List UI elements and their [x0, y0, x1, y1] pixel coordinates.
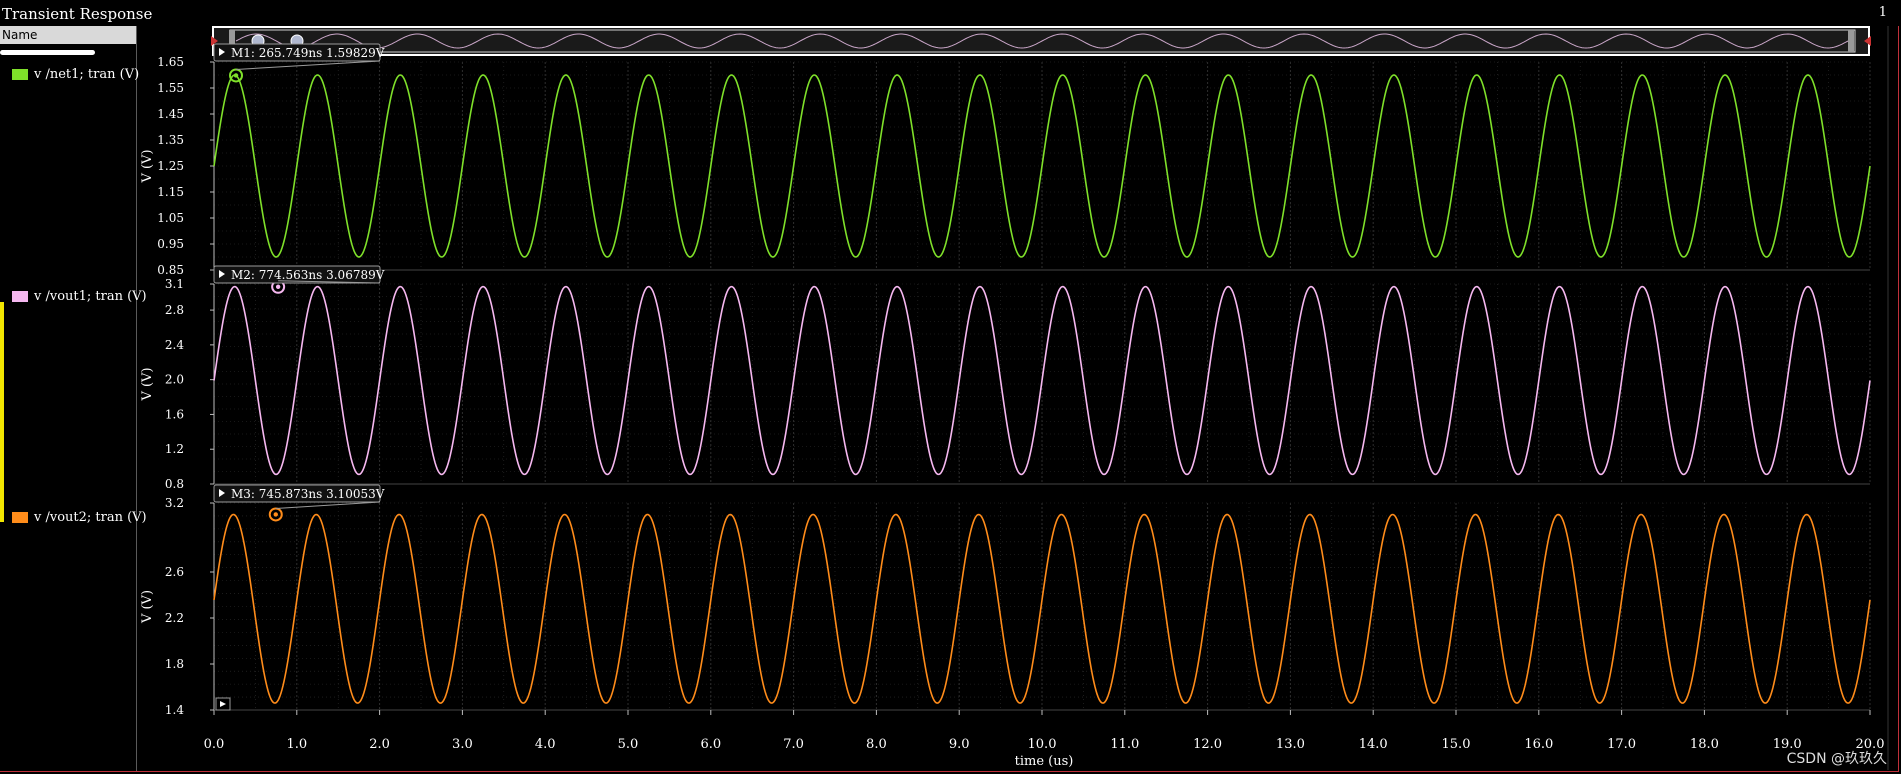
x-tick-label: 13.0	[1276, 737, 1305, 752]
x-tick-label: 11.0	[1110, 737, 1139, 752]
y-tick-label: 1.35	[157, 133, 184, 147]
x-tick-label: 15.0	[1442, 737, 1471, 752]
y-tick-label: 2.0	[165, 373, 184, 387]
x-tick-label: 10.0	[1028, 737, 1057, 752]
panel-2: 3.1 2.8 2.4 2.0 1.6 1.2 0.8 V (V) M2: 774.563ns …	[140, 265, 1871, 491]
x-tick-label: 14.0	[1359, 737, 1388, 752]
marker-dot	[233, 73, 239, 78]
y-tick-label: 2.6	[165, 565, 184, 579]
y-tick-label: 2.8	[165, 303, 184, 317]
y-tick-label: 1.25	[157, 159, 184, 173]
x-tick-label: 0.0	[204, 737, 225, 752]
y-tick-label: 1.4	[165, 703, 184, 717]
y-tick-label: 2.4	[165, 338, 184, 352]
waveform-plot[interactable]: 1.65 1.55 1.45 1.35 1.25 1.15 1.05 0.95 0.85 V (V…	[0, 0, 1901, 774]
x-tick-label: 18.0	[1690, 737, 1719, 752]
y-tick-label: 1.45	[157, 107, 184, 121]
y-axis-label: V (V)	[140, 367, 155, 401]
y-tick-label: 1.15	[157, 185, 184, 199]
x-tick-label: 17.0	[1607, 737, 1636, 752]
x-tick-label: 8.0	[866, 737, 887, 752]
marker-dot	[273, 512, 278, 517]
y-tick-label: 0.95	[157, 237, 184, 251]
marker-2: M2: 774.563ns 3.06789V	[213, 265, 385, 294]
x-tick-label: 9.0	[949, 737, 970, 752]
y-tick-label: 3.1	[165, 277, 184, 291]
marker-leader-line	[235, 60, 381, 70]
y-axis-label: V (V)	[140, 149, 155, 183]
overview-scrollbar	[211, 26, 1871, 56]
y-tick-label: 3.2	[165, 496, 184, 510]
marker-label: M1: 265.749ns 1.59829V	[231, 46, 385, 60]
x-axis: 0.0 1.0 2.0 3.0 4.0 5.0 6.0 7.0 8.0 9.0 10.0 11.0 12…	[204, 710, 1884, 769]
y-tick-label: 1.05	[157, 211, 184, 225]
x-axis-label: time (us)	[1015, 754, 1074, 769]
y-tick-label: 0.8	[165, 477, 184, 491]
marker-label: M2: 774.563ns 3.06789V	[231, 268, 385, 282]
x-tick-label: 6.0	[700, 737, 721, 752]
x-tick-label: 5.0	[618, 737, 639, 752]
marker-dot	[275, 284, 281, 289]
y-tick-label: 1.6	[165, 407, 184, 421]
x-tick-label: 2.0	[369, 737, 390, 752]
marker-leader-line	[275, 501, 381, 509]
y-tick-label: 2.2	[165, 611, 184, 625]
play-icon	[220, 701, 226, 707]
panel-1: 1.65 1.55 1.45 1.35 1.25 1.15 1.05 0.95 0.85 V (V…	[140, 43, 1871, 277]
y-axis-label: V (V)	[140, 590, 155, 624]
y-tick-label: 1.8	[165, 657, 184, 671]
x-tick-label: 7.0	[783, 737, 804, 752]
overview-handle-right	[1848, 30, 1854, 52]
y-tick-label: 1.55	[157, 81, 184, 95]
marker-3: M3: 745.873ns 3.10053V	[213, 484, 385, 522]
marker-1: M1: 265.749ns 1.59829V	[213, 43, 385, 83]
marker-label: M3: 745.873ns 3.10053V	[231, 487, 385, 501]
x-tick-label: 1.0	[286, 737, 307, 752]
x-tick-label: 3.0	[452, 737, 473, 752]
x-tick-label: 12.0	[1193, 737, 1222, 752]
y-tick-label: 1.2	[165, 442, 184, 456]
watermark-text: CSDN @玖玖久	[1786, 751, 1887, 767]
y-tick-label: 1.65	[157, 55, 184, 69]
x-tick-label: 4.0	[535, 737, 556, 752]
y-tick-label: 0.85	[157, 263, 184, 277]
x-tick-label: 16.0	[1524, 737, 1553, 752]
panel-3: 3.2 2.6 2.2 1.8 1.4 V (V) M3: 745.873ns 3.1005…	[140, 484, 1871, 717]
